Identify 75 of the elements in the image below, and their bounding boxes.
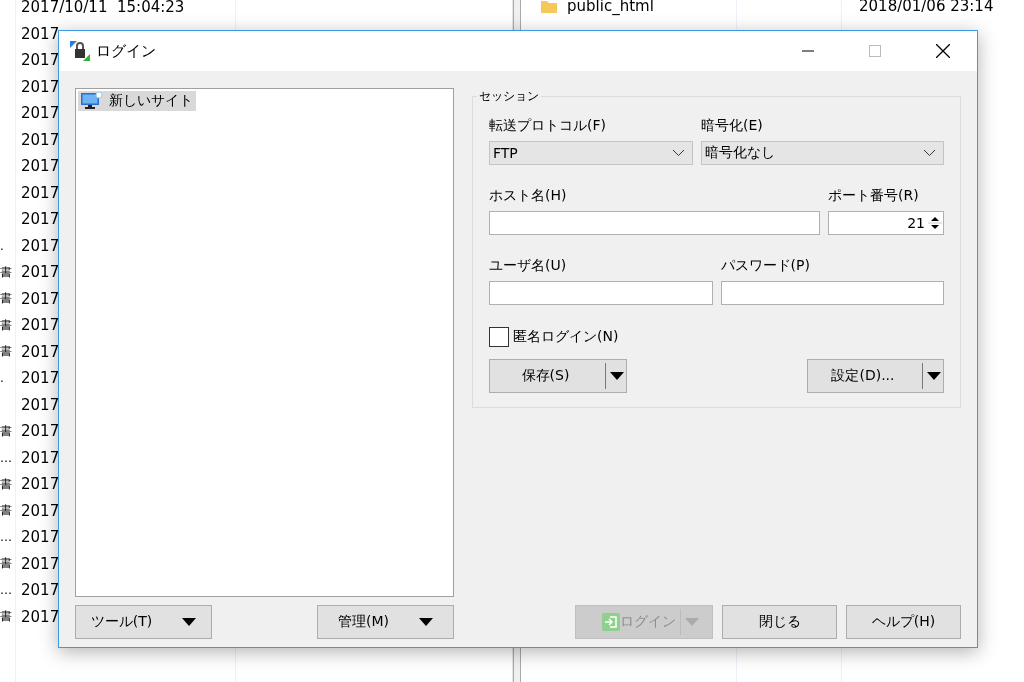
file-date: 2017 xyxy=(21,183,60,202)
cut-off-text: 書 xyxy=(0,555,13,573)
caret-icon xyxy=(684,618,699,626)
protocol-dropdown[interactable]: FTP xyxy=(489,141,693,165)
password-field[interactable] xyxy=(720,281,944,305)
cut-off-text: . xyxy=(0,371,5,386)
folder-icon xyxy=(541,0,557,13)
file-date: 2017 xyxy=(21,501,60,520)
file-date: 2017 xyxy=(21,316,60,335)
file-date: 2017 xyxy=(21,289,60,308)
file-date: 2018/01/06 23:14 xyxy=(859,0,994,15)
encryption-dropdown[interactable]: 暗号化なし xyxy=(701,141,944,165)
dialog-button[interactable]: 閉じる xyxy=(722,605,837,639)
file-date: 2017 xyxy=(21,528,60,547)
file-date: 2017 xyxy=(21,342,60,361)
file-date: 2017 xyxy=(21,581,60,600)
file-date: 2017 xyxy=(21,236,60,255)
dropdown-button[interactable]: ツール(T) xyxy=(75,605,212,639)
file-date: 2017 xyxy=(21,369,60,388)
field-label: ユーザ名(U) xyxy=(489,257,568,275)
settings-button[interactable]: 設定(D)... xyxy=(807,359,944,393)
cut-off-text: 書 xyxy=(0,422,13,440)
cut-off-text: 書 xyxy=(0,316,13,334)
cut-off-text: . xyxy=(0,238,5,253)
cut-off-text: … xyxy=(0,583,13,598)
dropdown-button[interactable]: 管理(M) xyxy=(317,605,454,639)
host-field[interactable] xyxy=(489,211,820,235)
cut-off-text: … xyxy=(0,530,13,545)
file-date: 2017 xyxy=(21,448,60,467)
port-field[interactable]: 21 xyxy=(828,211,944,235)
monitor-icon xyxy=(81,92,103,110)
site-item[interactable]: 新しいサイト xyxy=(78,91,196,111)
caret-icon xyxy=(610,372,624,380)
file-date: 2017 xyxy=(21,395,60,414)
checkbox[interactable] xyxy=(489,327,509,347)
file-date: 2017 xyxy=(21,24,60,43)
close-icon[interactable] xyxy=(936,44,950,58)
file-date: 2017 xyxy=(21,475,60,494)
user-field[interactable] xyxy=(489,281,713,305)
file-date: 2017 xyxy=(21,554,60,573)
file-date: 2017 xyxy=(21,104,60,123)
file-date: 2017/10/11 15:04:23 xyxy=(21,0,185,17)
file-name: public_html xyxy=(567,0,655,15)
login-icon xyxy=(601,613,620,631)
file-date: 2017 xyxy=(21,263,60,282)
caret-icon xyxy=(182,618,197,626)
file-date: 2017 xyxy=(21,210,60,229)
cut-off-text: 書 xyxy=(0,475,13,493)
caret-icon xyxy=(927,372,941,380)
file-date: 2017 xyxy=(21,422,60,441)
chevron-icon xyxy=(924,150,935,156)
lock-icon xyxy=(70,41,90,61)
cut-off-text: 書 xyxy=(0,263,13,281)
save-button[interactable]: 保存(S) xyxy=(489,359,627,393)
caret-icon xyxy=(419,618,433,626)
group-title: セッション xyxy=(478,88,540,105)
field-label: ポート番号(R) xyxy=(828,187,920,205)
cut-off-text: 書 xyxy=(0,502,13,520)
file-date: 2017 xyxy=(21,51,60,70)
field-label: 転送プロトコル(F) xyxy=(489,117,607,135)
field-label: パスワード(P) xyxy=(720,257,811,275)
dialog-button[interactable]: ヘルプ(H) xyxy=(846,605,961,639)
cut-off-text: 書 xyxy=(0,343,13,361)
file-date: 2017 xyxy=(21,130,60,149)
file-date: 2017 xyxy=(21,607,60,626)
chevron-icon xyxy=(673,150,684,156)
cut-off-text: 書 xyxy=(0,290,13,308)
cut-off-text: … xyxy=(0,450,13,465)
cut-off-text: 書 xyxy=(0,608,13,626)
window-title: ログイン xyxy=(96,41,156,61)
field-label: 暗号化(E) xyxy=(701,117,764,135)
file-date: 2017 xyxy=(21,157,60,176)
file-date: 2017 xyxy=(21,77,60,96)
field-label: ホスト名(H) xyxy=(489,187,568,205)
checkbox-label: 匿名ログイン(N) xyxy=(513,328,619,346)
